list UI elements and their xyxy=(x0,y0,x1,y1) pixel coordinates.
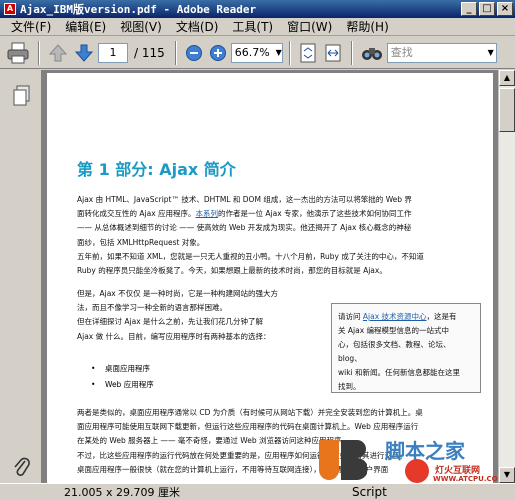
zoom-value: 66.7% xyxy=(234,45,270,59)
page-number-input[interactable]: 1 xyxy=(98,42,128,63)
series-link[interactable]: 本系列 xyxy=(196,209,219,218)
text-line: 两者是类似的，桌面应用程序通常以 CD 为介质（有时候可从网站下载）并完全安装到… xyxy=(77,408,423,417)
scroll-up-button[interactable]: ▲ xyxy=(499,70,515,86)
paragraph-ajax-intro: 但是，Ajax 不仅仅 是一种时尚，它是一种构建网站的强大方 法，而且不像学习一… xyxy=(77,287,278,344)
menu-tools[interactable]: 工具(T) xyxy=(225,18,280,35)
search-input[interactable]: 查找 ▼ xyxy=(386,42,497,63)
jb-logo-icon xyxy=(319,440,368,480)
fit-page-button[interactable] xyxy=(297,40,319,66)
adobe-reader-icon: A xyxy=(4,3,16,15)
text-line: Ajax 由 HTML、JavaScript™ 技术、DHTML 和 DOM 组… xyxy=(77,195,412,204)
text-line: wiki 和新闻。任何新信息都能在这里 xyxy=(338,368,461,377)
script-watermark-label: Script xyxy=(351,485,387,499)
vertical-scrollbar[interactable]: ▲ ▼ xyxy=(498,70,515,483)
search-placeholder: 查找 xyxy=(390,45,413,59)
menu-view[interactable]: 视图(V) xyxy=(113,18,169,35)
list-item: • Web 应用程序 xyxy=(91,380,154,389)
chevron-down-icon: ▼ xyxy=(275,47,282,57)
minimize-button[interactable]: _ xyxy=(461,2,477,16)
menu-file[interactable]: 文件(F) xyxy=(4,18,58,35)
scrollbar-thumb[interactable] xyxy=(499,88,515,132)
navigation-panel xyxy=(0,70,42,483)
previous-page-button[interactable] xyxy=(46,40,70,66)
text-line: 桌面应用程序一般很快（就在您的计算机上运行，不用等待互联网连接），具有漂亮的用户… xyxy=(77,464,389,474)
menu-document[interactable]: 文档(D) xyxy=(169,18,226,35)
print-button[interactable] xyxy=(4,40,32,66)
ajax-resource-center-link[interactable]: Ajax 技术资源中心 xyxy=(363,312,427,321)
attachments-panel-button[interactable] xyxy=(12,455,30,480)
zoom-out-icon xyxy=(185,44,202,61)
next-page-button[interactable] xyxy=(72,40,96,66)
search-button[interactable] xyxy=(359,40,385,66)
zoom-in-icon xyxy=(209,44,226,61)
pdf-page: 第 1 部分: Ajax 简介 Ajax 由 HTML、JavaScript™ … xyxy=(47,73,498,483)
atcpu-watermark-logo xyxy=(405,459,429,483)
window-title: Ajax_IBM版version.pdf - Adobe Reader xyxy=(20,3,257,16)
list-item: • 桌面应用程序 xyxy=(91,364,150,373)
text-line: 面应用程序可能使用互联网下载更新，但运行这些应用程序的代码在桌面计算机上。Web… xyxy=(77,422,419,432)
paragraph-intro: Ajax 由 HTML、JavaScript™ 技术、DHTML 和 DOM 组… xyxy=(77,193,412,250)
binoculars-icon xyxy=(361,47,382,60)
text-line: 五年前，如果不知道 XML，您就是一只无人重视的丑小鸭。十八个月前，Ruby 成… xyxy=(77,252,424,261)
section-heading: 第 1 部分: Ajax 简介 xyxy=(77,160,236,179)
toolbar-separator xyxy=(350,40,353,65)
text-line: 但是，Ajax 不仅仅 是一种时尚，它是一种构建网站的强大方 xyxy=(77,289,279,298)
page-size-label: 21.005 x 29.709 厘米 xyxy=(64,486,180,499)
text-line: Ajax 做 什么。目前，编写应用程序时有两种基本的选择： xyxy=(77,331,271,341)
text-line: 请访问 Ajax 技术资源中心，这是有 xyxy=(338,312,457,321)
atcpu-watermark-url: WWW.ATCPU.COM xyxy=(433,475,498,483)
text-line: Ruby 的程序员只能坐冷板凳了。今天，如果想跟上最新的技术时尚，那您的目标就是… xyxy=(77,266,387,276)
zoom-out-button[interactable] xyxy=(183,40,205,66)
text-line: 心，包括很多文档、教程、论坛、blog、 xyxy=(338,340,451,363)
close-button[interactable]: × xyxy=(497,2,513,16)
maximize-button[interactable]: □ xyxy=(479,2,495,16)
text-line: 面纱，包括 XMLHttpRequest 对象。 xyxy=(77,237,205,247)
jb51-watermark-text: 脚本之家 xyxy=(385,439,465,463)
document-view[interactable]: 第 1 部分: Ajax 简介 Ajax 由 HTML、JavaScript™ … xyxy=(42,70,498,483)
text-line: 不过，比这些应用程序的运行代码放在何处更重要的是，应用程序如何运行以及如何与其进… xyxy=(77,450,407,460)
status-bar: 21.005 x 29.709 厘米 Script xyxy=(0,483,515,500)
fit-width-icon xyxy=(325,44,341,61)
arrow-up-icon xyxy=(48,43,68,61)
chevron-down-icon[interactable]: ▼ xyxy=(488,44,494,62)
text-line: 关 Ajax 编程模型信息的一站式中 xyxy=(338,326,450,335)
paragraph-trend: 五年前，如果不知道 XML，您就是一只无人重视的丑小鸭。十八个月前，Ruby 成… xyxy=(77,250,424,278)
text-line: 面转化成交互性的 Ajax 应用程序。本系列的作者是一位 Ajax 专家，他演示… xyxy=(77,209,412,219)
fit-page-icon xyxy=(300,43,316,62)
text-line: —— 从总体概述到细节的讨论 —— 使高效的 Web 开发成为现实。他还揭开了 … xyxy=(77,223,412,233)
paragraph-apps: 两者是类似的，桌面应用程序通常以 CD 为介质（有时候可从网站下载）并完全安装到… xyxy=(77,406,423,477)
pages-icon xyxy=(13,85,30,106)
menu-window[interactable]: 窗口(W) xyxy=(280,18,339,35)
menu-edit[interactable]: 编辑(E) xyxy=(58,18,113,35)
text-line: 法，而且不像学习一种全新的语言那样困难。 xyxy=(77,303,227,313)
paperclip-icon xyxy=(14,457,30,476)
text-line: 找到。 xyxy=(338,382,361,391)
zoom-select[interactable]: 66.7% ▼ xyxy=(230,42,283,63)
zoom-in-button[interactable] xyxy=(207,40,229,66)
jb51-watermark-logo xyxy=(317,436,368,482)
toolbar: 1 / 115 66.7% ▼ 查找 ▼ xyxy=(0,37,515,69)
toolbar-separator xyxy=(174,40,177,65)
fit-width-button[interactable] xyxy=(321,40,345,66)
page-total: / 115 xyxy=(134,45,165,60)
text-line: 在某处的 Web 服务器上 —— 毫不奇怪，要通过 Web 浏览器访问这种应用程… xyxy=(77,436,350,446)
menu-bar: 文件(F) 编辑(E) 视图(V) 文档(D) 工具(T) 窗口(W) 帮助(H… xyxy=(0,18,515,36)
arrow-down-icon xyxy=(74,44,94,62)
toolbar-separator xyxy=(38,40,40,65)
scroll-down-button[interactable]: ▼ xyxy=(499,467,515,483)
resource-sidebar-box: 请访问 Ajax 技术资源中心，这是有 关 Ajax 编程模型信息的一站式中 心… xyxy=(331,303,481,393)
toolbar-separator xyxy=(288,40,291,65)
title-bar: A Ajax_IBM版version.pdf - Adobe Reader _ … xyxy=(0,0,515,18)
printer-icon xyxy=(7,42,29,63)
text-line: 但在详细探讨 Ajax 是什么之前，先让我们花几分钟了解 xyxy=(77,317,264,327)
menu-help[interactable]: 帮助(H) xyxy=(339,18,395,35)
pages-panel-button[interactable] xyxy=(13,85,31,110)
